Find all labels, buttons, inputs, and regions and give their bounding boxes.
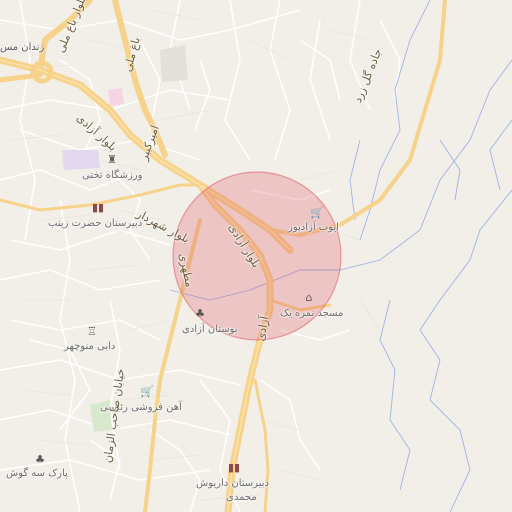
stadium-icon: ♜ bbox=[107, 153, 117, 166]
label-zendan: زندان مس bbox=[0, 42, 45, 53]
stadium-area bbox=[62, 150, 100, 170]
label-dabirestan-dariush: دبیرستان داریوش bbox=[196, 478, 269, 489]
tower-icon: ♖ bbox=[87, 325, 97, 338]
label-bostan-azadi: بوستان آزادی bbox=[182, 324, 238, 335]
label-dabi-manouchehr: دابی منوچهر bbox=[64, 341, 116, 352]
label-aboub-azadvar: ایوب آزادپور bbox=[288, 222, 339, 233]
tree-icon-park: ♣ bbox=[35, 453, 45, 466]
cart-icon-foroushi: 🛒 bbox=[140, 385, 154, 398]
map-view[interactable]: زندان مس بلوار باغ ملی باغ ملی امیرکبیر … bbox=[0, 0, 512, 512]
school-icon-dariush: ▮▮ bbox=[228, 461, 241, 474]
mosque-icon: ⌂ bbox=[305, 291, 313, 304]
label-mohammadi: محمدی bbox=[226, 492, 257, 503]
label-varzeshgah: ورزشگاه تختی bbox=[82, 170, 143, 181]
label-dabirestan-zeinab: دبیرستان حضرت زینب bbox=[48, 218, 143, 229]
label-park: پارک سه گوش bbox=[6, 468, 68, 479]
label-masjed: مسجد نمره یک bbox=[280, 308, 344, 319]
cart-icon-aboub: 🛒 bbox=[310, 206, 324, 219]
tree-icon-bostan: ♣ bbox=[195, 307, 205, 320]
school-icon: ▮▮ bbox=[92, 201, 105, 214]
